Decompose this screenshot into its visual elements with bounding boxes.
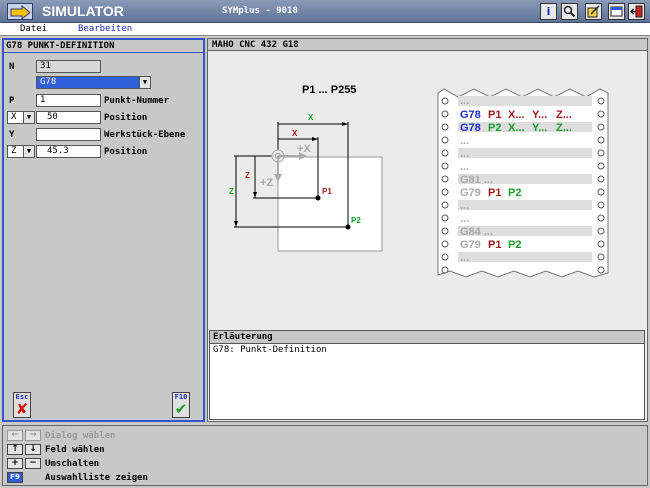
tape-line2-x: X...	[508, 122, 525, 134]
workpiece-rect	[277, 156, 383, 252]
arrow-right-key: →	[25, 430, 41, 441]
dialog-title: G78 PUNKT-DEFINITION	[6, 41, 115, 51]
help-toggle-text: Umschalten	[45, 459, 100, 469]
chevron-down-icon[interactable]: ▼	[23, 112, 34, 123]
arrow-left-key: ←	[7, 430, 23, 441]
tape-g79b-g: G79	[460, 239, 481, 251]
explanation-panel: Erläuterung G78: Punkt-Definition	[209, 330, 645, 420]
menu-bar: Datei Bearbeiten	[0, 23, 650, 36]
diagram-heading: P1 ... P255	[302, 84, 356, 96]
info-icon[interactable]: i	[540, 3, 557, 20]
explanation-title: Erläuterung	[210, 331, 644, 344]
help-bar: ← → Dialog wählen ↑ ↓ Feld wählen + − Um…	[2, 425, 648, 486]
tape-dots-4: ...	[460, 161, 469, 173]
tape-dots-2: ...	[460, 135, 469, 147]
exit-icon[interactable]	[628, 3, 645, 20]
tape-line2-z: Z...	[556, 122, 572, 134]
tape-g79a-g: G79	[460, 187, 481, 199]
tape-dots-1: ...	[460, 95, 469, 107]
f9-key: F9	[7, 472, 23, 483]
p-desc: Punkt-Nummer	[104, 96, 170, 106]
p2-label: P2	[351, 216, 361, 225]
tape-g81: G81 ...	[460, 174, 493, 186]
x-axis-select[interactable]: X ▼	[7, 111, 35, 124]
point-p1	[315, 195, 321, 201]
tape-dots-3: ...	[460, 148, 469, 160]
help-field-text: Feld wählen	[45, 445, 105, 455]
tape-line2-g: G78	[460, 122, 481, 134]
tape-g79a-p1: P1	[488, 187, 501, 199]
z-desc: Position	[104, 147, 148, 157]
point-p2	[345, 224, 351, 230]
help-list-text: Auswahlliste zeigen	[45, 473, 148, 483]
explanation-text: G78: Punkt-Definition	[213, 345, 327, 355]
y-label: Y	[9, 130, 15, 140]
tape-g79a-p2: P2	[508, 187, 521, 199]
machine-title: SYMplus - 9018	[222, 6, 298, 16]
tape-line1-y: Y...	[532, 109, 547, 121]
y-field[interactable]	[36, 128, 101, 141]
edit-icon[interactable]	[585, 3, 602, 20]
search-icon[interactable]	[561, 3, 578, 20]
n-label: N	[9, 62, 15, 72]
tape-line1-g: G78	[460, 109, 481, 121]
p-label: P	[9, 96, 15, 106]
arrow-up-key: ↑	[7, 444, 23, 455]
tape-g79b-p2: P2	[508, 239, 521, 251]
z-small-label: Z	[245, 171, 250, 180]
title-bar: SIMULATOR SYMplus - 9018 i	[0, 0, 650, 23]
plus-key: +	[7, 458, 23, 469]
cancel-x-icon: ✘	[15, 400, 29, 418]
display-title: MAHO CNC 432 G18	[208, 39, 647, 51]
x-large-label: X	[308, 113, 314, 122]
tape-dots-5: ...	[460, 200, 469, 212]
tape-line2-p: P2	[488, 122, 501, 134]
z-axis-select[interactable]: Z ▼	[7, 145, 35, 158]
gcode-select-value: G78	[40, 77, 57, 87]
x-position-field[interactable]: 50	[36, 111, 101, 124]
tape-line2-y: Y...	[532, 122, 547, 134]
gcode-select[interactable]: G78 ▼	[36, 76, 151, 89]
p-field[interactable]: 1	[36, 94, 101, 107]
tape-line1-z: Z...	[556, 109, 572, 121]
dialog-separator	[4, 52, 203, 53]
point-definition-dialog: G78 PUNKT-DEFINITION N 31 G78 ▼ P 1 Punk…	[2, 38, 205, 422]
checkmark-icon: ✔	[174, 400, 188, 418]
plus-z-label: +Z	[260, 177, 273, 189]
tape-g79b-p1: P1	[488, 239, 501, 251]
z-position-field[interactable]: 45.3	[36, 145, 101, 158]
tape-dots-7: ...	[460, 252, 469, 264]
z-large-label: Z	[229, 187, 234, 196]
x-small-label: X	[292, 129, 298, 138]
tape-dots-6: ...	[460, 213, 469, 225]
tape-line1-p: P1	[488, 109, 501, 121]
chevron-down-icon[interactable]: ▼	[23, 146, 34, 157]
menu-datei[interactable]: Datei	[20, 24, 47, 34]
x-axis-value: X	[11, 112, 17, 122]
menu-bearbeiten[interactable]: Bearbeiten	[78, 24, 132, 34]
confirm-button[interactable]: F10 ✔	[172, 392, 190, 418]
plus-x-label: +X	[297, 143, 311, 155]
simulator-logo-icon	[7, 3, 33, 21]
tape-g84: G84 ...	[460, 226, 493, 238]
z-axis-value: Z	[11, 146, 17, 156]
point-diagram: P1 ... P255 X X Z Z +X +Z P1 P2	[229, 84, 383, 252]
arrow-down-key: ↓	[25, 444, 41, 455]
help-dialog-text: Dialog wählen	[45, 431, 116, 441]
p1-label: P1	[322, 187, 332, 196]
minus-key: −	[25, 458, 41, 469]
y-desc: Werkstück-Ebene	[104, 130, 186, 140]
app-title: SIMULATOR	[42, 3, 124, 19]
window-icon[interactable]	[608, 3, 625, 20]
tape-line1-x: X...	[508, 109, 525, 121]
chevron-down-icon[interactable]: ▼	[139, 77, 150, 88]
program-tape: ... G78 P1 X... Y... Z... G78 P2 X... Y.…	[437, 88, 609, 278]
n-field: 31	[36, 60, 101, 73]
cancel-button[interactable]: Esc ✘	[13, 392, 31, 418]
x-desc: Position	[104, 113, 148, 123]
